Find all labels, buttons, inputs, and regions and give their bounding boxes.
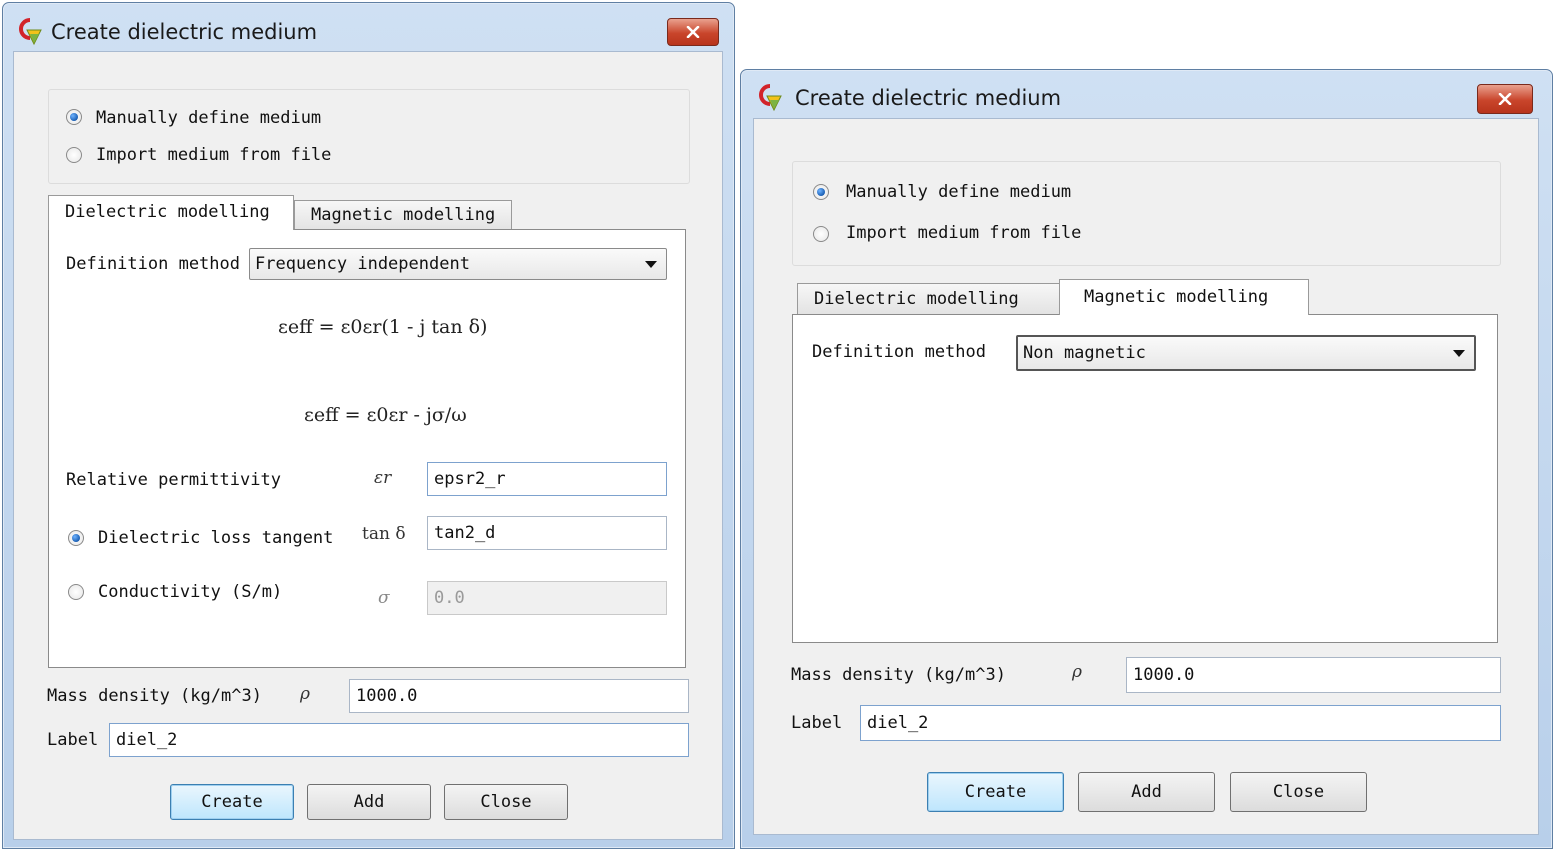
title-bar[interactable]: Create dielectric medium bbox=[3, 3, 734, 53]
label-value: diel_2 bbox=[867, 713, 929, 733]
relative-permittivity-symbol: εr bbox=[374, 468, 392, 488]
definition-method-label: Definition method bbox=[66, 254, 240, 274]
app-logo-icon bbox=[17, 17, 47, 47]
conductivity-input: 0.0 bbox=[427, 581, 667, 615]
definition-method-value: Frequency independent bbox=[255, 254, 470, 274]
loss-tangent-radio[interactable] bbox=[68, 530, 84, 546]
definition-method-label: Definition method bbox=[812, 342, 986, 362]
mass-density-symbol: ρ bbox=[1072, 662, 1082, 682]
app-logo-icon bbox=[757, 83, 787, 113]
label-value: diel_2 bbox=[116, 730, 178, 750]
tab-magnetic-modelling[interactable]: Magnetic modelling bbox=[1059, 279, 1309, 315]
dialog-body: Manually define medium Import medium fro… bbox=[13, 51, 723, 840]
mass-density-input[interactable]: 1000.0 bbox=[1126, 657, 1501, 693]
close-window-button[interactable] bbox=[1477, 84, 1533, 114]
window-title: Create dielectric medium bbox=[795, 86, 1062, 110]
close-icon bbox=[686, 26, 700, 38]
mass-density-value: 1000.0 bbox=[356, 686, 418, 706]
mass-density-symbol: ρ bbox=[300, 684, 310, 704]
chevron-down-icon bbox=[645, 261, 657, 268]
conductivity-value: 0.0 bbox=[434, 588, 465, 608]
tab-magnetic-modelling[interactable]: Magnetic modelling bbox=[294, 200, 512, 230]
formula-conductivity: εeff = ε0εr - jσ/ω bbox=[304, 404, 467, 426]
manual-define-label[interactable]: Manually define medium bbox=[96, 108, 321, 128]
add-button[interactable]: Add bbox=[1078, 772, 1215, 812]
loss-tangent-symbol: tan δ bbox=[362, 524, 406, 544]
mass-density-label: Mass density (kg/m^3) bbox=[791, 665, 1006, 685]
dialog-create-dielectric-medium-1: Create dielectric medium Manually define… bbox=[2, 2, 735, 849]
conductivity-symbol: σ bbox=[378, 588, 390, 608]
create-button-label: Create bbox=[201, 792, 263, 812]
window-title: Create dielectric medium bbox=[51, 20, 318, 44]
mass-density-input[interactable]: 1000.0 bbox=[349, 679, 689, 713]
loss-tangent-label[interactable]: Dielectric loss tangent bbox=[98, 528, 333, 548]
mass-density-label: Mass density (kg/m^3) bbox=[47, 686, 262, 706]
relative-permittivity-label: Relative permittivity bbox=[66, 470, 281, 490]
loss-tangent-value: tan2_d bbox=[434, 523, 496, 543]
close-button-label: Close bbox=[480, 792, 532, 812]
add-button-label: Add bbox=[353, 792, 385, 812]
title-bar[interactable]: Create dielectric medium bbox=[741, 70, 1552, 120]
label-field-label: Label bbox=[791, 713, 843, 733]
import-file-label[interactable]: Import medium from file bbox=[96, 145, 331, 165]
tab-label: Magnetic modelling bbox=[1084, 287, 1269, 307]
manual-define-radio[interactable] bbox=[813, 184, 829, 200]
tab-dielectric-modelling[interactable]: Dielectric modelling bbox=[48, 195, 294, 230]
definition-method-select[interactable]: Frequency independent bbox=[249, 248, 667, 280]
create-button[interactable]: Create bbox=[927, 772, 1064, 812]
create-button[interactable]: Create bbox=[170, 784, 294, 820]
tab-dielectric-modelling[interactable]: Dielectric modelling bbox=[797, 283, 1061, 314]
close-icon bbox=[1498, 93, 1512, 105]
manual-define-radio[interactable] bbox=[66, 109, 82, 125]
import-file-label[interactable]: Import medium from file bbox=[846, 223, 1081, 243]
definition-method-select[interactable]: Non magnetic bbox=[1016, 335, 1476, 371]
medium-source-group bbox=[48, 89, 690, 184]
dialog-body: Manually define medium Import medium fro… bbox=[753, 118, 1539, 835]
conductivity-radio[interactable] bbox=[68, 584, 84, 600]
label-field-label: Label bbox=[47, 730, 99, 750]
close-button[interactable]: Close bbox=[1230, 772, 1367, 812]
import-file-radio[interactable] bbox=[66, 147, 82, 163]
add-button[interactable]: Add bbox=[307, 784, 431, 820]
formula-loss-tangent: εeff = ε0εr(1 - j tan δ) bbox=[278, 316, 488, 338]
close-button-label: Close bbox=[1272, 782, 1325, 802]
label-input[interactable]: diel_2 bbox=[109, 723, 689, 757]
conductivity-label[interactable]: Conductivity (S/m) bbox=[98, 582, 282, 602]
tab-label: Magnetic modelling bbox=[311, 205, 496, 225]
add-button-label: Add bbox=[1131, 782, 1162, 802]
relative-permittivity-input[interactable]: epsr2_r bbox=[427, 462, 667, 496]
tab-label: Dielectric modelling bbox=[814, 289, 1019, 309]
relative-permittivity-value: epsr2_r bbox=[434, 469, 506, 489]
dialog-create-dielectric-medium-2: Create dielectric medium Manually define… bbox=[740, 69, 1553, 849]
create-button-label: Create bbox=[964, 782, 1027, 802]
close-window-button[interactable] bbox=[667, 18, 719, 46]
label-input[interactable]: diel_2 bbox=[860, 705, 1501, 741]
chevron-down-icon bbox=[1453, 350, 1465, 357]
import-file-radio[interactable] bbox=[813, 226, 829, 242]
close-button[interactable]: Close bbox=[444, 784, 568, 820]
definition-method-value: Non magnetic bbox=[1023, 343, 1146, 363]
loss-tangent-input[interactable]: tan2_d bbox=[427, 516, 667, 550]
tab-label: Dielectric modelling bbox=[65, 202, 270, 222]
mass-density-value: 1000.0 bbox=[1133, 665, 1195, 685]
manual-define-label[interactable]: Manually define medium bbox=[846, 182, 1071, 202]
medium-source-group bbox=[792, 161, 1501, 266]
